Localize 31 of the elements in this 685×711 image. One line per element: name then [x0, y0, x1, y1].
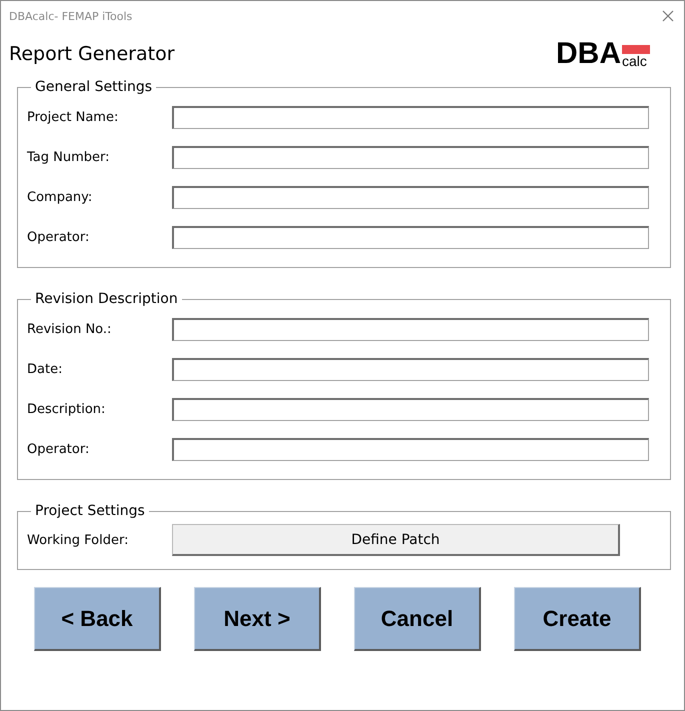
field-label: Company:	[27, 190, 94, 204]
field-label: Description:	[27, 402, 106, 416]
close-icon[interactable]	[662, 10, 674, 22]
field-label: Tag Number:	[27, 150, 111, 164]
field-label: Project Name:	[27, 110, 120, 124]
field-label: Operator:	[27, 442, 90, 456]
input-field[interactable]	[172, 226, 649, 248]
logo-text: DBA	[556, 40, 621, 68]
input-field[interactable]	[172, 438, 649, 460]
dialog-button[interactable]: Next >	[194, 587, 321, 651]
group-title: Revision Description	[34, 291, 179, 307]
define-patch-button[interactable]: Define Patch	[172, 524, 620, 556]
field-label: Working Folder:	[27, 532, 130, 548]
logo-subtext: calc	[622, 55, 647, 68]
field-label: Revision No.:	[27, 322, 112, 336]
input-field[interactable]	[172, 186, 649, 208]
logo-bar	[622, 45, 650, 54]
input-field[interactable]	[172, 398, 649, 420]
input-field[interactable]	[172, 106, 649, 128]
input-field[interactable]	[172, 318, 649, 340]
input-field[interactable]	[172, 146, 649, 168]
group-title: Project Settings	[34, 503, 146, 519]
dialog-button[interactable]: Cancel	[354, 587, 481, 651]
group-title: General Settings	[34, 79, 154, 95]
input-field[interactable]	[172, 358, 649, 380]
dialog-button[interactable]: Create	[514, 587, 641, 651]
window-title: DBAcalc- FEMAP iTools	[9, 10, 132, 22]
field-label: Date:	[27, 362, 64, 376]
field-label: Operator:	[27, 230, 90, 244]
dialog-heading: Report Generator	[9, 43, 175, 65]
dialog-button[interactable]: < Back	[34, 587, 161, 651]
